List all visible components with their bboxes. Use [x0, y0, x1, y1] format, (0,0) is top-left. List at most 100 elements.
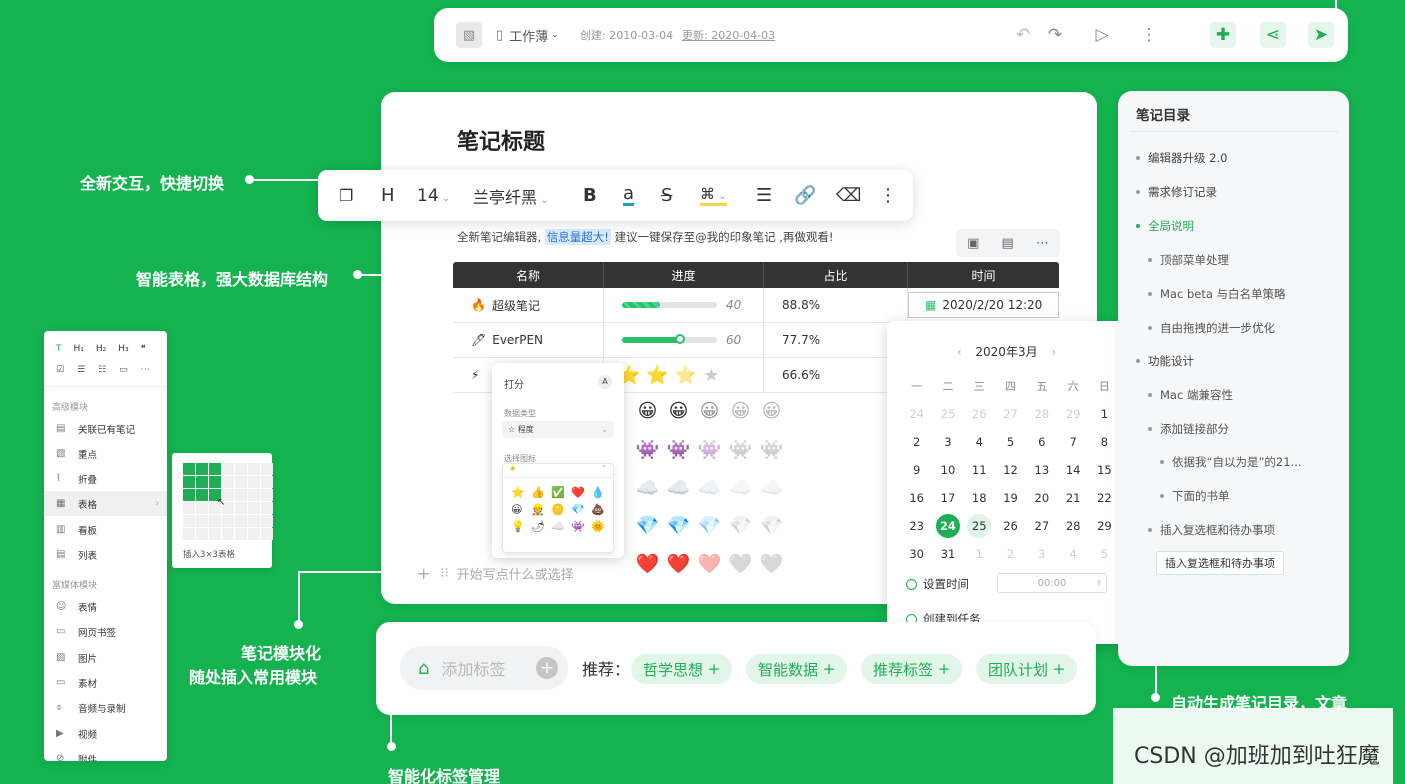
grid-cell[interactable] [222, 463, 234, 475]
drop-icon[interactable]: 💧 [591, 486, 611, 499]
grid-cell[interactable] [222, 476, 234, 488]
grid-cell[interactable] [196, 489, 208, 501]
table-row[interactable]: 🔥 超级笔记 40 88.8% ▦ 2020/2/20 12:20 [453, 288, 1059, 323]
diamond-icon[interactable]: 💎 [694, 514, 725, 539]
calendar-day[interactable]: 26 [995, 512, 1026, 540]
smile-icon[interactable]: 😀 [694, 400, 725, 425]
calendar-day[interactable]: 15 [1089, 456, 1120, 484]
block-link-note[interactable]: ▤ 关联已有笔记 [44, 416, 167, 441]
calendar-day[interactable]: 16 [901, 484, 932, 512]
calendar-day[interactable]: 13 [1026, 456, 1057, 484]
add-circle-icon[interactable]: + [536, 657, 558, 679]
plus-icon[interactable]: + [417, 564, 430, 583]
more-vertical-icon[interactable]: ⋮ [879, 185, 897, 206]
block-image[interactable]: ▨ 图片 [44, 645, 167, 670]
eraser-icon[interactable]: ⌫ [836, 185, 861, 206]
grid-cell[interactable] [235, 502, 247, 514]
copy-block-icon[interactable]: ❐ [339, 186, 353, 205]
grid-cell[interactable] [209, 515, 221, 527]
drag-handle-icon[interactable]: ⁝⁝ [440, 566, 448, 581]
check-icon[interactable]: ✅ [551, 486, 571, 499]
star-icon[interactable]: ⭐ [675, 365, 697, 386]
number-list-icon[interactable]: ☷ [98, 365, 106, 375]
grid-cell[interactable] [248, 489, 260, 501]
calendar-day[interactable]: 31 [932, 540, 963, 568]
calendar-day[interactable]: 25 [964, 512, 995, 540]
share-icon[interactable]: ⋖ [1260, 22, 1286, 48]
calendar-day[interactable]: 3 [1026, 540, 1057, 568]
calendar-day[interactable]: 1 [1089, 400, 1120, 428]
sun-icon[interactable]: 🌞 [591, 520, 611, 533]
code-icon[interactable]: ▭ [119, 365, 128, 375]
star-icon[interactable]: ⭐ [646, 365, 668, 386]
thumb-icon[interactable]: 👍 [531, 486, 551, 499]
toc-item[interactable]: 插入复选框和待办事项 [1148, 522, 1275, 538]
calendar-day[interactable]: 9 [901, 456, 932, 484]
add-user-icon[interactable]: ✚ [1210, 22, 1236, 48]
font-size-select[interactable]: 14 ⌄ [417, 186, 450, 206]
text-color-button[interactable]: a [623, 185, 635, 206]
block-key[interactable]: ▧ 重点 [44, 441, 167, 466]
bug-icon[interactable]: 👾 [571, 520, 591, 533]
slider-handle[interactable] [675, 334, 685, 344]
pepper-icon[interactable]: 🌶 [531, 520, 551, 533]
person-icon[interactable]: 👷 [531, 503, 551, 516]
font-family-select[interactable]: 兰亭纤黑 ⌄ [473, 184, 549, 208]
add-tag-input[interactable]: ⌂ 添加标签 + [400, 646, 568, 690]
col-ratio[interactable]: 占比 [764, 262, 908, 288]
calendar-day-selected[interactable]: 24 [932, 512, 963, 540]
quote-icon[interactable]: ❝ [141, 344, 146, 354]
heart-icon[interactable]: ❤️ [632, 552, 663, 577]
grid-cell[interactable] [183, 502, 195, 514]
highlight-icon[interactable]: ⌘ ⌄ [700, 185, 727, 206]
grid-cell[interactable] [261, 502, 273, 514]
toc-item-active[interactable]: 全局说明 [1136, 218, 1194, 234]
smile-icon[interactable]: 😀 [725, 400, 756, 425]
calendar-day[interactable]: 27 [995, 400, 1026, 428]
grid-cell[interactable] [209, 476, 221, 488]
tag-chip[interactable]: 智能数据 + [746, 654, 848, 684]
calendar-day[interactable]: 30 [901, 540, 932, 568]
toc-item[interactable]: 功能设计 [1136, 353, 1194, 369]
heart-icon[interactable]: ❤️ [725, 552, 756, 577]
grid-cell[interactable] [261, 528, 273, 540]
cell-time[interactable]: 2020/2/20 12:20 [942, 298, 1042, 312]
diamond-icon[interactable]: 💎 [756, 514, 787, 539]
star-empty-icon[interactable]: ★ [703, 365, 719, 386]
h1-icon[interactable]: H₁ [74, 344, 84, 354]
font-icon[interactable]: A [598, 375, 612, 389]
poop-icon[interactable]: 💩 [591, 503, 611, 516]
grid-cell[interactable] [235, 515, 247, 527]
table-image-icon[interactable]: ▣ [967, 236, 979, 251]
grid-cell[interactable] [261, 476, 273, 488]
cloud-icon[interactable]: ☁️ [632, 476, 663, 501]
note-title[interactable]: 笔记标题 [457, 124, 545, 156]
grid-cell[interactable] [196, 502, 208, 514]
calendar-day[interactable]: 11 [964, 456, 995, 484]
block-audio[interactable]: ⌽ 音频与录制 [44, 695, 167, 720]
smile-icon[interactable]: 😀 [632, 400, 663, 425]
bug-icon[interactable]: 👾 [694, 438, 725, 463]
calendar-day[interactable]: 2 [901, 428, 932, 456]
calendar-day[interactable]: 22 [1089, 484, 1120, 512]
toc-item[interactable]: Mac 端兼容性 [1148, 387, 1233, 403]
heart-icon[interactable]: ❤️ [663, 552, 694, 577]
block-table[interactable]: ▦ 表格 › [44, 491, 167, 516]
star-icon[interactable]: ⭐ [511, 486, 531, 499]
calendar-day[interactable]: 28 [1026, 400, 1057, 428]
type-select[interactable]: ☆ 程度 ⌄ [502, 421, 614, 438]
calendar-day[interactable]: 23 [901, 512, 932, 540]
grid-cell[interactable] [183, 515, 195, 527]
calendar-day[interactable]: 10 [932, 456, 963, 484]
diamond-icon[interactable]: 💎 [632, 514, 663, 539]
grid-cell[interactable] [261, 489, 273, 501]
more-horizontal-icon[interactable]: ⋯ [1036, 236, 1049, 251]
h2-icon[interactable]: H₂ [96, 344, 106, 354]
bug-icon[interactable]: 👾 [663, 438, 694, 463]
calendar-day[interactable]: 24 [901, 400, 932, 428]
bug-icon[interactable]: 👾 [725, 438, 756, 463]
grid-cell[interactable] [235, 476, 247, 488]
calendar-day[interactable]: 12 [995, 456, 1026, 484]
toc-item[interactable]: 下面的书单 [1160, 488, 1230, 504]
strikethrough-button[interactable]: S [661, 185, 672, 206]
